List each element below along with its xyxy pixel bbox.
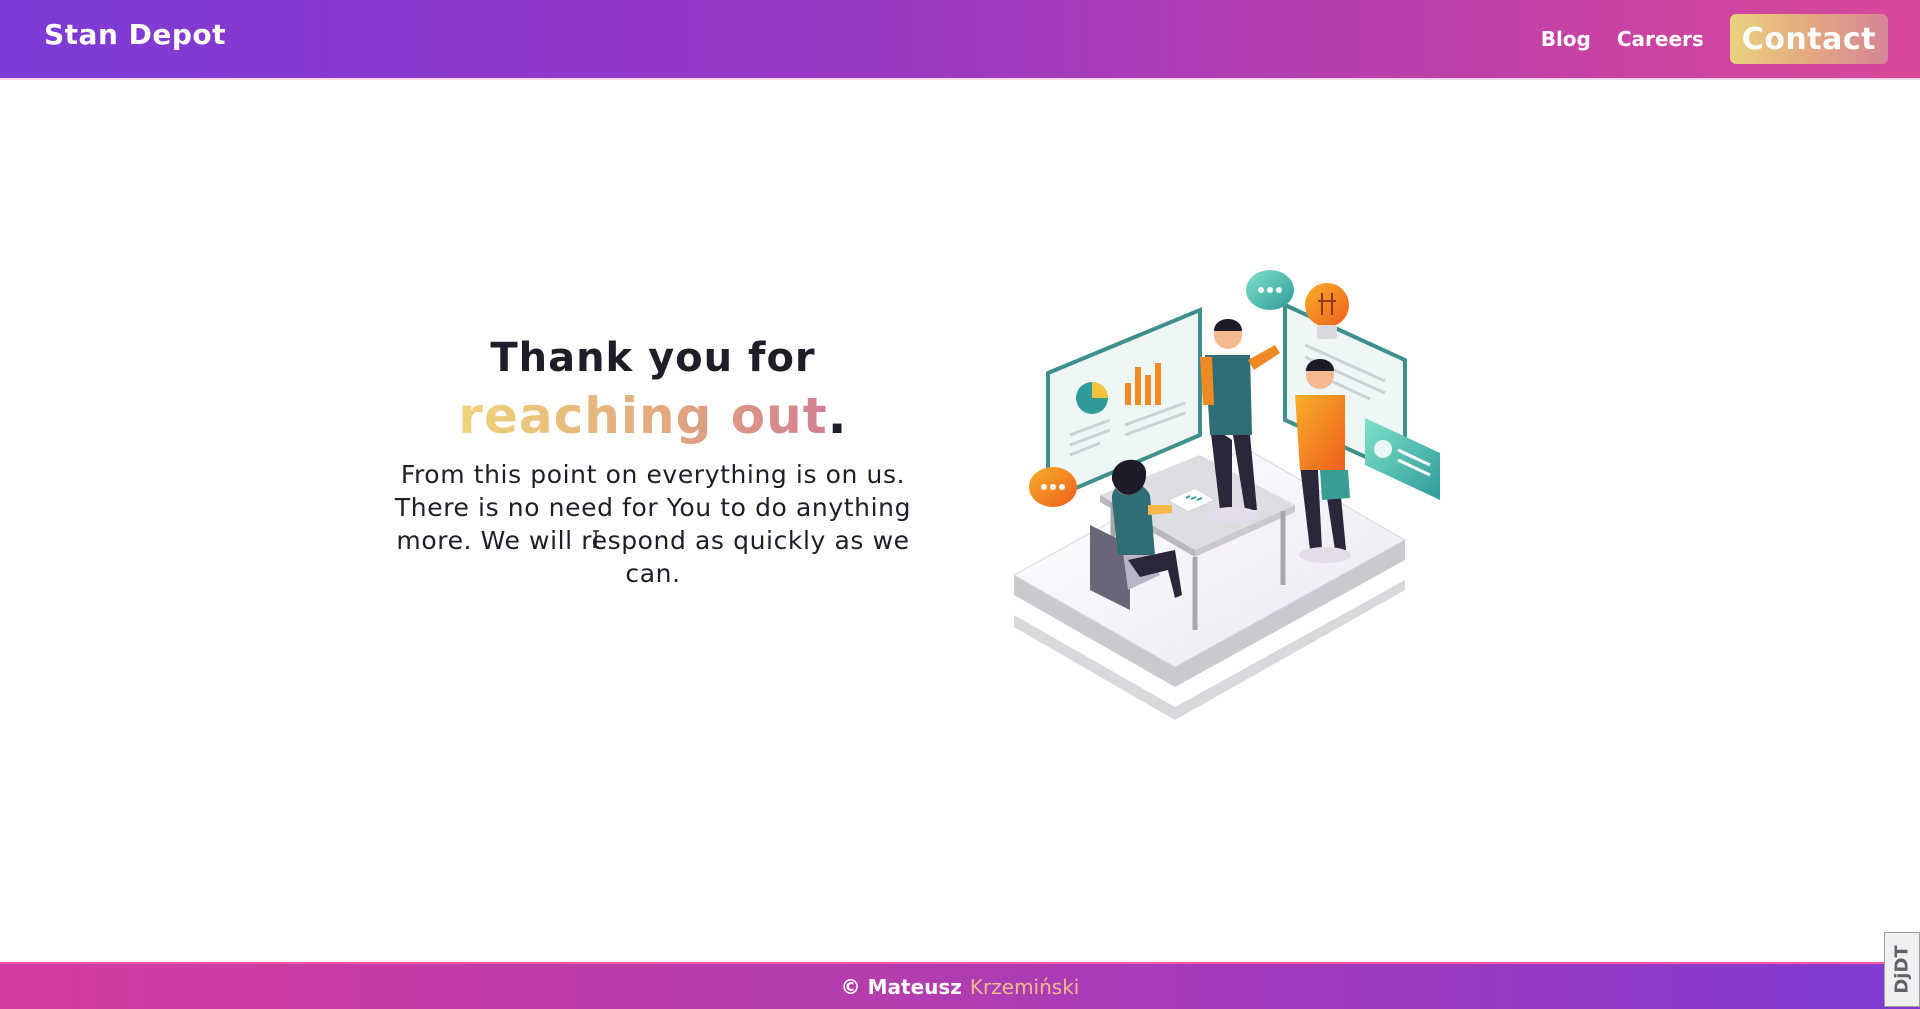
contact-button[interactable]: Contact xyxy=(1729,14,1888,64)
text-cursor-icon xyxy=(593,530,599,548)
footer: © Mateusz Krzemiński xyxy=(0,962,1920,1009)
brand-logo[interactable]: Stan Depot xyxy=(44,18,226,51)
confirmation-paragraph: From this point on everything is on us. … xyxy=(394,460,912,588)
top-navigation-bar: Stan Depot Blog Careers Contact xyxy=(0,0,1920,80)
nav-link-blog[interactable]: Blog xyxy=(1541,27,1591,51)
footer-surname: Krzemiński xyxy=(969,974,1080,999)
meeting-illustration xyxy=(1012,270,1440,720)
heading-highlight: reaching out xyxy=(458,387,828,445)
nav-link-careers[interactable]: Careers xyxy=(1617,27,1704,51)
thank-you-message: Thank you for reaching out. From this po… xyxy=(388,330,918,590)
heading-reaching-out: reaching out. xyxy=(388,386,918,446)
debug-toolbar-label: DjDT xyxy=(1891,945,1913,994)
footer-copyright: © Mateusz xyxy=(840,974,962,999)
heading-period: . xyxy=(827,387,848,445)
nav-menu: Blog Careers Contact xyxy=(1541,14,1888,64)
debug-toolbar-toggle[interactable]: DjDT xyxy=(1884,932,1920,1007)
heading-thank-you: Thank you for xyxy=(490,335,816,381)
